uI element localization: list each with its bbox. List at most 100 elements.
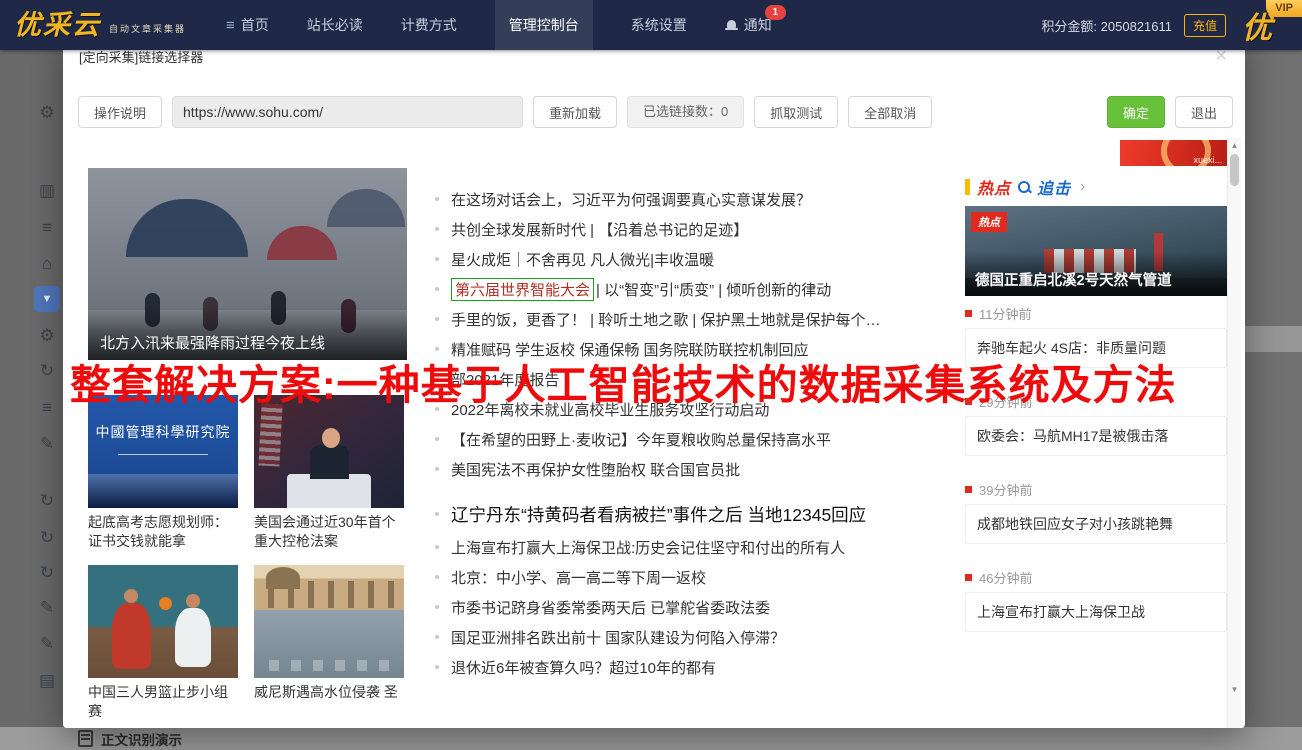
refresh-icon[interactable]: ↻ [34,358,60,384]
news-card[interactable]: 威尼斯遇高水位侵袭 圣 [254,565,404,728]
hot-title-right: 追击 [1037,175,1071,199]
hot-badge: 热点 [971,212,1007,232]
hot-headline[interactable]: 上海宣布打赢大上海保卫战 [965,592,1227,632]
headline-text: 市委书记跻身省委常委两天后 已掌舵省委政法委 [451,597,770,618]
hot-feature-caption: 德国正重启北溪2号天然气管道 [965,251,1227,296]
reload-button[interactable]: 重新加载 [533,96,617,128]
url-input[interactable] [172,96,523,128]
hot-time-label: 39分钟前 [979,480,1032,499]
promo-text: xuexi... [1193,155,1222,165]
hot-headline[interactable]: 奔驰车起火 4S店：非质量问题 [965,328,1227,368]
hot-headline[interactable]: 欧委会：马航MH17是被俄击落 [965,416,1227,456]
news-headline[interactable]: 在这场对话会上，习近平为何强调要真心实意谋发展？ [435,184,980,214]
umbrella-shape [126,199,248,257]
news-card[interactable]: 中國管理科學研究院起底高考志愿规划师：证书交钱就能拿 [88,395,238,565]
scroll-down-icon[interactable]: ▼ [1228,685,1241,694]
hot-headline[interactable]: 成都地铁回应女子对小孩跳艳舞 [965,504,1227,544]
headline-text: 辽宁丹东“持黄码者看病被拦”事件之后 当地12345回应 [451,502,866,527]
biden-image [254,395,404,508]
app-window: 优采云 自动文章采集器 ≡首页站长必读 计费方式 管理控制台系统设置通知1 积分金额… [0,0,1302,750]
bullet-icon [435,467,439,471]
news-headline[interactable]: 市委书记跻身省委常委两天后 已掌舵省委政法委 [435,592,980,622]
promo-banner[interactable]: xuexi... [1120,140,1227,166]
body-recognition-demo[interactable]: 正文识别演示 [101,729,182,749]
news-headline[interactable]: 共创全球发展新时代 | 【沿着总书记的足迹】 [435,214,980,244]
gear-icon[interactable]: ⚙ [34,100,60,126]
recharge-button[interactable]: 充值 [1184,14,1226,37]
list-icon[interactable]: ≡ [34,215,60,241]
nav-item-console[interactable]: 管理控制台 [495,0,593,50]
red-square-icon [965,574,972,581]
bullet-icon [435,575,439,579]
news-headline[interactable]: 2022年离校未就业高校毕业生服务攻坚行动启动 [435,394,980,424]
news-headline[interactable]: 辽宁丹东“持黄码者看病被拦”事件之后 当地12345回应 [435,496,980,532]
news-list: 在这场对话会上，习近平为何强调要真心实意谋发展？ 共创全球发展新时代 | 【沿着总… [435,184,980,682]
hot-section-header[interactable]: 热点 追击 › [965,178,1227,196]
news-headline[interactable]: 星火成炬｜不舍再见 凡人微光|丰收温暖 [435,244,980,274]
filter-icon[interactable]: ▼ [34,286,60,312]
scrollbar[interactable]: ▲ ▼ [1227,138,1241,728]
main-photo[interactable]: 北方入汛来最强降雨过程今夜上线 [88,168,407,360]
confirm-button[interactable]: 确定 [1107,96,1165,128]
news-headline[interactable]: 手里的饭，更香了！ | 聆听土地之歌 | 保护黑土地就是保护每个… [435,304,980,334]
nav-item-home[interactable]: ≡首页 [226,0,269,50]
hot-timestamp: 46分钟前 [965,568,1227,586]
card-caption: 威尼斯遇高水位侵袭 圣 [254,683,404,702]
scroll-up-icon[interactable]: ▲ [1228,141,1241,150]
sync-icon[interactable]: ↻ [34,560,60,586]
cancel-all-button[interactable]: 全部取消 [848,96,932,128]
edit-icon[interactable]: ✎ [34,431,60,457]
news-headline[interactable]: 精准赋码 学生返校 保通保畅 国务院联防联控机制回应 [435,334,980,364]
news-headline[interactable]: 国足亚洲排名跌出前十 国家队建设为何陷入停滞？ [435,622,980,652]
nav-item-notice[interactable]: 通知1 [725,0,772,50]
edit-icon[interactable]: ✎ [34,631,60,657]
logo-text: 优采云 [14,12,101,39]
news-headline[interactable]: 退休近6年被查算久吗？超过10年的都有 [435,652,980,682]
sync-icon[interactable]: ↻ [34,488,60,514]
news-headline[interactable]: 美国宪法不再保护女性堕胎权 联合国官员批 [435,454,980,484]
exit-button[interactable]: 退出 [1175,96,1233,128]
edit-icon[interactable]: ✎ [34,595,60,621]
headline-text: 手里的饭，更香了！ | 聆听土地之歌 | 保护黑土地就是保护每个… [451,309,880,330]
list-icon[interactable]: ≡ [34,395,60,421]
news-headline[interactable]: 【在希望的田野上·麦收记】今年夏粮收购总量保持高水平 [435,424,980,454]
news-headline[interactable]: 北京：中小学、高一高二等下周一返校 [435,562,980,592]
chart-icon[interactable]: ▥ [34,178,60,204]
nav-item-mustread[interactable]: 站长必读 [307,0,363,50]
red-square-icon [965,486,972,493]
venice-image [254,565,404,678]
headline-text: 在这场对话会上，习近平为何强调要真心实意谋发展？ [451,189,811,210]
home-icon[interactable]: ⌂ [34,251,60,277]
headline-text: 国足亚洲排名跌出前十 国家队建设为何陷入停滞？ [451,627,785,648]
nav-menu: ≡首页站长必读 计费方式 管理控制台系统设置通知1 [226,0,772,50]
nav-item-settings[interactable]: 系统设置 [631,0,687,50]
news-headline[interactable]: 部2021年度报告 [435,364,980,394]
scrollbar-thumb[interactable] [1230,154,1239,186]
sync-icon[interactable]: ↻ [34,525,60,551]
umbrella-shape [327,189,405,227]
hot-feature-image[interactable]: 热点 德国正重启北溪2号天然气管道 [965,206,1227,296]
app-logo[interactable]: 优采云 自动文章采集器 [14,12,186,39]
headline-text: 【在希望的田野上·麦收记】今年夏粮收购总量保持高水平 [451,429,831,450]
credits-amount: 积分金额: 2050821611 [1041,16,1172,35]
link-selector-dialog: [定向采集]链接选择器 × 操作说明 重新加载 已选链接数：0 抓取测试 全部取… [63,32,1245,728]
help-button[interactable]: 操作说明 [78,96,162,128]
main-photo-caption: 北方入汛来最强降雨过程今夜上线 [88,306,407,360]
menu-icon: ≡ [226,17,235,34]
headline-text: 星火成炬｜不舍再见 凡人微光|丰收温暖 [451,249,714,270]
hot-title-left: 热点 [977,175,1011,199]
book-icon[interactable]: ▤ [34,668,60,694]
nav-item-label: 计费方式 [401,15,457,35]
side-strip: ⚙ ▥ ≡ ⌂ ▼ ⚙ ↻ ≡ ✎ ↻ ↻ ↻ ✎ ✎ ▤ [0,50,63,750]
news-headline[interactable]: 第六届世界智能大会 | 以“智变”引“质变” | 倾听创新的律动 [435,274,980,304]
nav-item-billing[interactable]: 计费方式 [401,0,457,50]
news-card[interactable]: 美国会通过近30年首个重大控枪法案 [254,395,404,565]
news-card[interactable]: 中国三人男篮止步小组赛 [88,565,238,728]
headline-text: 2022年离校未就业高校毕业生服务攻坚行动启动 [451,399,769,420]
gear-icon[interactable]: ⚙ [34,323,60,349]
grab-test-button[interactable]: 抓取测试 [754,96,838,128]
news-headline[interactable]: 上海宣布打赢大上海保卫战:历史会记住坚守和付出的所有人 [435,532,980,562]
headline-text: 退休近6年被查算久吗？超过10年的都有 [451,657,716,678]
card-caption: 起底高考志愿规划师：证书交钱就能拿 [88,513,238,551]
headline-text: 共创全球发展新时代 | 【沿着总书记的足迹】 [451,219,748,240]
